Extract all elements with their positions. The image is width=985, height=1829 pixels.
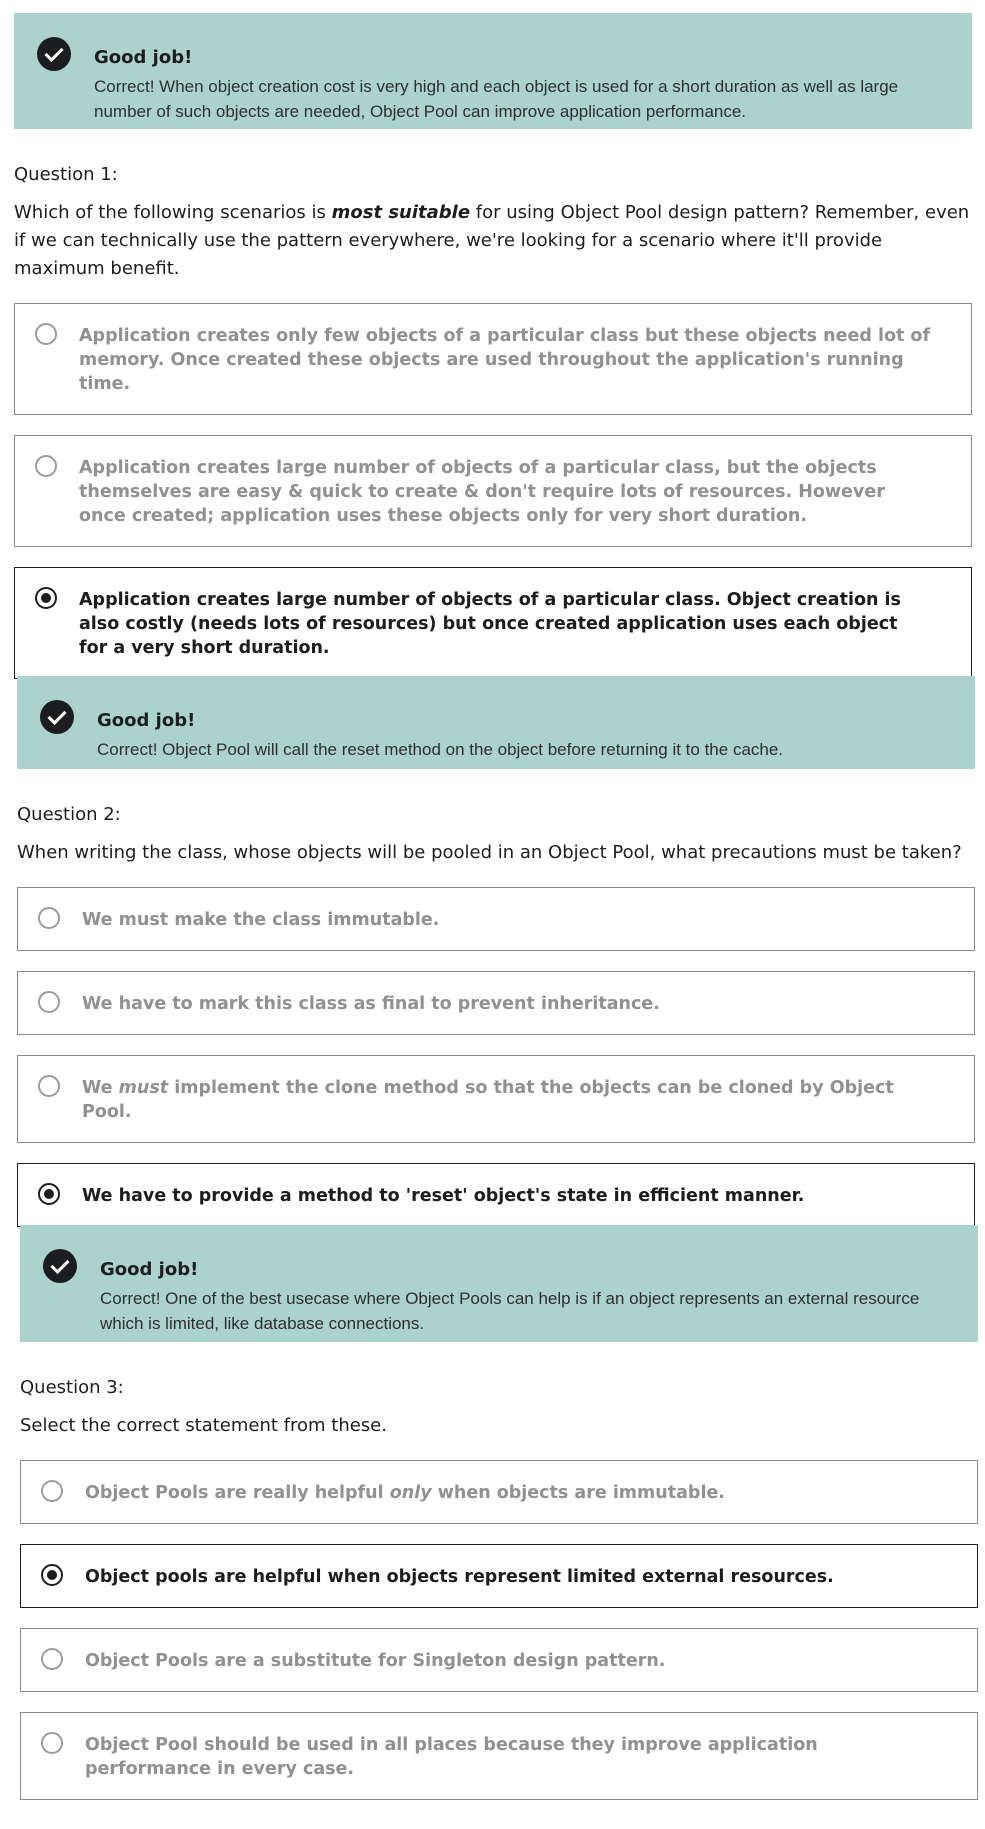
- answer-text: Application creates only few objects of …: [79, 326, 931, 394]
- answer-text: We must make the class immutable.: [82, 910, 440, 930]
- radio-button[interactable]: [41, 1648, 63, 1670]
- answer-option-selected[interactable]: Application creates large number of obje…: [14, 567, 972, 679]
- feedback-banner-3: Good job! Correct! One of the best useca…: [20, 1225, 978, 1342]
- feedback-banner-1: Good job! Correct! When object creation …: [14, 13, 972, 129]
- answer-text: Object pools are helpful when objects re…: [85, 1567, 834, 1587]
- question-text: When writing the class, whose objects wi…: [17, 842, 962, 863]
- quiz-section-2: Good job! Correct! Object Pool will call…: [17, 676, 975, 1247]
- check-circle-icon: [43, 1249, 77, 1283]
- answer-option[interactable]: We must implement the clone method so th…: [17, 1055, 975, 1143]
- quiz-section-1: Good job! Correct! When object creation …: [14, 13, 972, 699]
- radio-button[interactable]: [35, 455, 57, 477]
- answer-option[interactable]: We have to mark this class as final to p…: [17, 971, 975, 1035]
- answer-option[interactable]: Application creates only few objects of …: [14, 303, 972, 415]
- feedback-title: Good job!: [100, 1259, 199, 1280]
- answer-option[interactable]: Object Pools are really helpful only whe…: [20, 1460, 978, 1524]
- answer-text: Application creates large number of obje…: [79, 458, 885, 526]
- feedback-title: Good job!: [94, 47, 193, 68]
- quiz-section-3: Good job! Correct! One of the best useca…: [20, 1225, 978, 1820]
- answer-text: Application creates large number of obje…: [79, 590, 901, 658]
- feedback-text: Correct! Object Pool will call the reset…: [97, 740, 784, 759]
- emphasis-text: must: [118, 1078, 169, 1098]
- radio-button[interactable]: [38, 991, 60, 1013]
- answer-option[interactable]: Object Pool should be used in all places…: [20, 1712, 978, 1800]
- answer-option[interactable]: Object Pools are a substitute for Single…: [20, 1628, 978, 1692]
- feedback-text: Correct! One of the best usecase where O…: [100, 1289, 920, 1333]
- question-text: Which of the following scenarios is most…: [14, 202, 970, 279]
- answer-option[interactable]: Application creates large number of obje…: [14, 435, 972, 547]
- question-text: Select the correct statement from these.: [20, 1415, 387, 1436]
- answer-text: We have to provide a method to 'reset' o…: [82, 1186, 805, 1206]
- radio-button[interactable]: [41, 1732, 63, 1754]
- feedback-title: Good job!: [97, 710, 196, 731]
- feedback-banner-2: Good job! Correct! Object Pool will call…: [17, 676, 975, 769]
- radio-button[interactable]: [35, 323, 57, 345]
- radio-button-checked[interactable]: [35, 587, 57, 609]
- emphasis-text: most suitable: [331, 202, 471, 223]
- radio-button[interactable]: [38, 1075, 60, 1097]
- radio-button-checked[interactable]: [38, 1183, 60, 1205]
- answer-text: We must implement the clone method so th…: [82, 1078, 894, 1122]
- check-circle-icon: [40, 700, 74, 734]
- feedback-text: Correct! When object creation cost is ve…: [94, 77, 899, 121]
- radio-button[interactable]: [38, 907, 60, 929]
- question-label: Question 1:: [14, 164, 118, 185]
- check-circle-icon: [37, 37, 71, 71]
- answer-text: Object Pool should be used in all places…: [85, 1735, 818, 1779]
- answer-text: Object Pools are a substitute for Single…: [85, 1651, 666, 1671]
- answer-text: We have to mark this class as final to p…: [82, 994, 660, 1014]
- answer-option-selected[interactable]: Object pools are helpful when objects re…: [20, 1544, 978, 1608]
- question-label: Question 3:: [20, 1377, 124, 1398]
- answer-option[interactable]: We must make the class immutable.: [17, 887, 975, 951]
- radio-button-checked[interactable]: [41, 1564, 63, 1586]
- emphasis-text: only: [389, 1483, 432, 1503]
- question-label: Question 2:: [17, 804, 121, 825]
- answer-option-selected[interactable]: We have to provide a method to 'reset' o…: [17, 1163, 975, 1227]
- radio-button[interactable]: [41, 1480, 63, 1502]
- answer-text: Object Pools are really helpful only whe…: [85, 1483, 725, 1503]
